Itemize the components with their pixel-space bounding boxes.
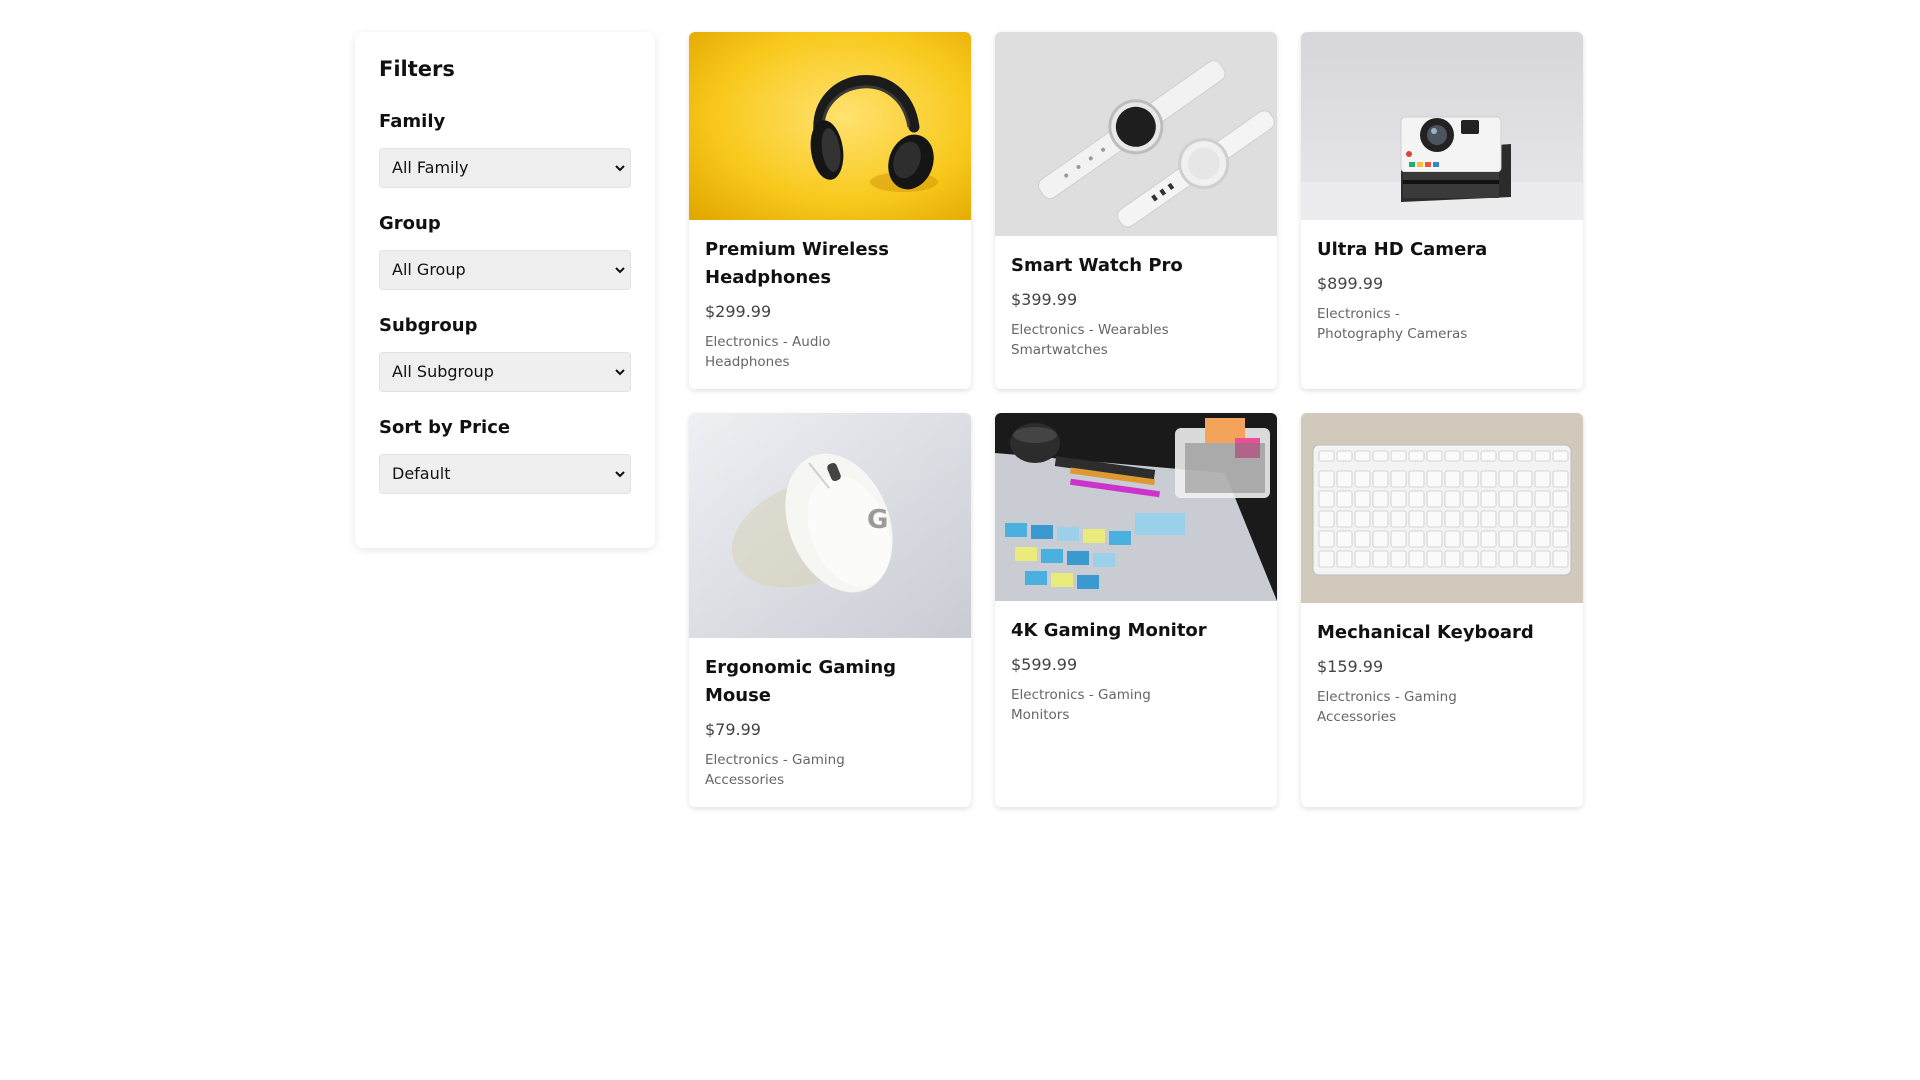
product-image (1301, 413, 1583, 603)
product-image (1301, 32, 1583, 220)
product-card[interactable]: Ultra HD Camera $899.99 Electronics - Ph… (1301, 32, 1583, 389)
product-price: $399.99 (1011, 290, 1078, 309)
product-category: Electronics - Gaming Accessories (1317, 689, 1457, 725)
monitor-desk-image (995, 413, 1277, 601)
product-info: Ultra HD Camera $899.99 Electronics - Ph… (1301, 220, 1583, 360)
subgroup-select[interactable]: All Subgroup (379, 352, 631, 392)
subgroup-filter: Subgroup All Subgroup (379, 314, 631, 392)
product-info: 4K Gaming Monitor $599.99 Electronics - … (995, 601, 1277, 741)
filters-panel: Filters Family All Family Group All Grou… (355, 32, 655, 548)
product-name[interactable]: Ergonomic Gaming Mouse (705, 654, 955, 710)
product-name[interactable]: Premium Wireless Headphones (705, 236, 955, 292)
subgroup-select-value: All Subgroup (392, 362, 494, 381)
chevron-down-icon (615, 267, 625, 274)
product-card[interactable]: Mechanical Keyboard $159.99 Electronics … (1301, 413, 1583, 807)
product-info: Smart Watch Pro $399.99 Electronics - We… (995, 236, 1277, 376)
product-price: $299.99 (705, 302, 772, 321)
keyboard-image (1301, 413, 1583, 603)
camera-image (1301, 32, 1583, 220)
product-name[interactable]: Smart Watch Pro (1011, 252, 1261, 280)
smartwatch-image (995, 32, 1277, 236)
family-label: Family (379, 111, 446, 132)
sort-label: Sort by Price (379, 417, 511, 438)
chevron-down-icon (615, 369, 625, 376)
chevron-down-icon (615, 165, 625, 172)
svg-text:G: G (867, 505, 888, 535)
product-info: Mechanical Keyboard $159.99 Electronics … (1301, 603, 1583, 743)
group-select-value: All Group (392, 260, 466, 279)
product-info: Premium Wireless Headphones $299.99 Elec… (689, 220, 971, 388)
product-image (689, 32, 971, 220)
product-category: Electronics - Audio Headphones (705, 334, 831, 370)
product-card[interactable]: Premium Wireless Headphones $299.99 Elec… (689, 32, 971, 389)
group-filter: Group All Group (379, 212, 631, 290)
product-image (995, 32, 1277, 236)
product-info: Ergonomic Gaming Mouse $79.99 Electronic… (689, 638, 971, 806)
sort-select-value: Default (392, 464, 451, 483)
sort-select[interactable]: Default (379, 454, 631, 494)
product-card[interactable]: G Ergonomic Gaming Mouse $79.99 Electron… (689, 413, 971, 807)
product-category: Electronics - Gaming Monitors (1011, 687, 1151, 723)
subgroup-label: Subgroup (379, 315, 478, 336)
family-select[interactable]: All Family (379, 148, 631, 188)
product-name[interactable]: 4K Gaming Monitor (1011, 617, 1261, 645)
product-category: Electronics - Wearables Smartwatches (1011, 322, 1169, 358)
family-select-value: All Family (392, 158, 469, 177)
product-name[interactable]: Mechanical Keyboard (1317, 619, 1567, 647)
product-price: $79.99 (705, 720, 761, 739)
product-category: Electronics - Photography Cameras (1317, 306, 1468, 342)
filters-title: Filters (379, 57, 455, 81)
product-name[interactable]: Ultra HD Camera (1317, 236, 1567, 264)
headphones-image (689, 32, 971, 220)
product-category: Electronics - Gaming Accessories (705, 752, 845, 788)
product-price: $899.99 (1317, 274, 1384, 293)
product-image: G (689, 413, 971, 638)
group-label: Group (379, 213, 441, 234)
product-price: $159.99 (1317, 657, 1384, 676)
sort-filter: Sort by Price Default (379, 416, 631, 494)
product-image (995, 413, 1277, 601)
group-select[interactable]: All Group (379, 250, 631, 290)
mouse-image: G (689, 413, 971, 638)
family-filter: Family All Family (379, 110, 631, 188)
product-card[interactable]: 4K Gaming Monitor $599.99 Electronics - … (995, 413, 1277, 807)
product-card[interactable]: Smart Watch Pro $399.99 Electronics - We… (995, 32, 1277, 389)
product-price: $599.99 (1011, 655, 1078, 674)
chevron-down-icon (615, 471, 625, 478)
